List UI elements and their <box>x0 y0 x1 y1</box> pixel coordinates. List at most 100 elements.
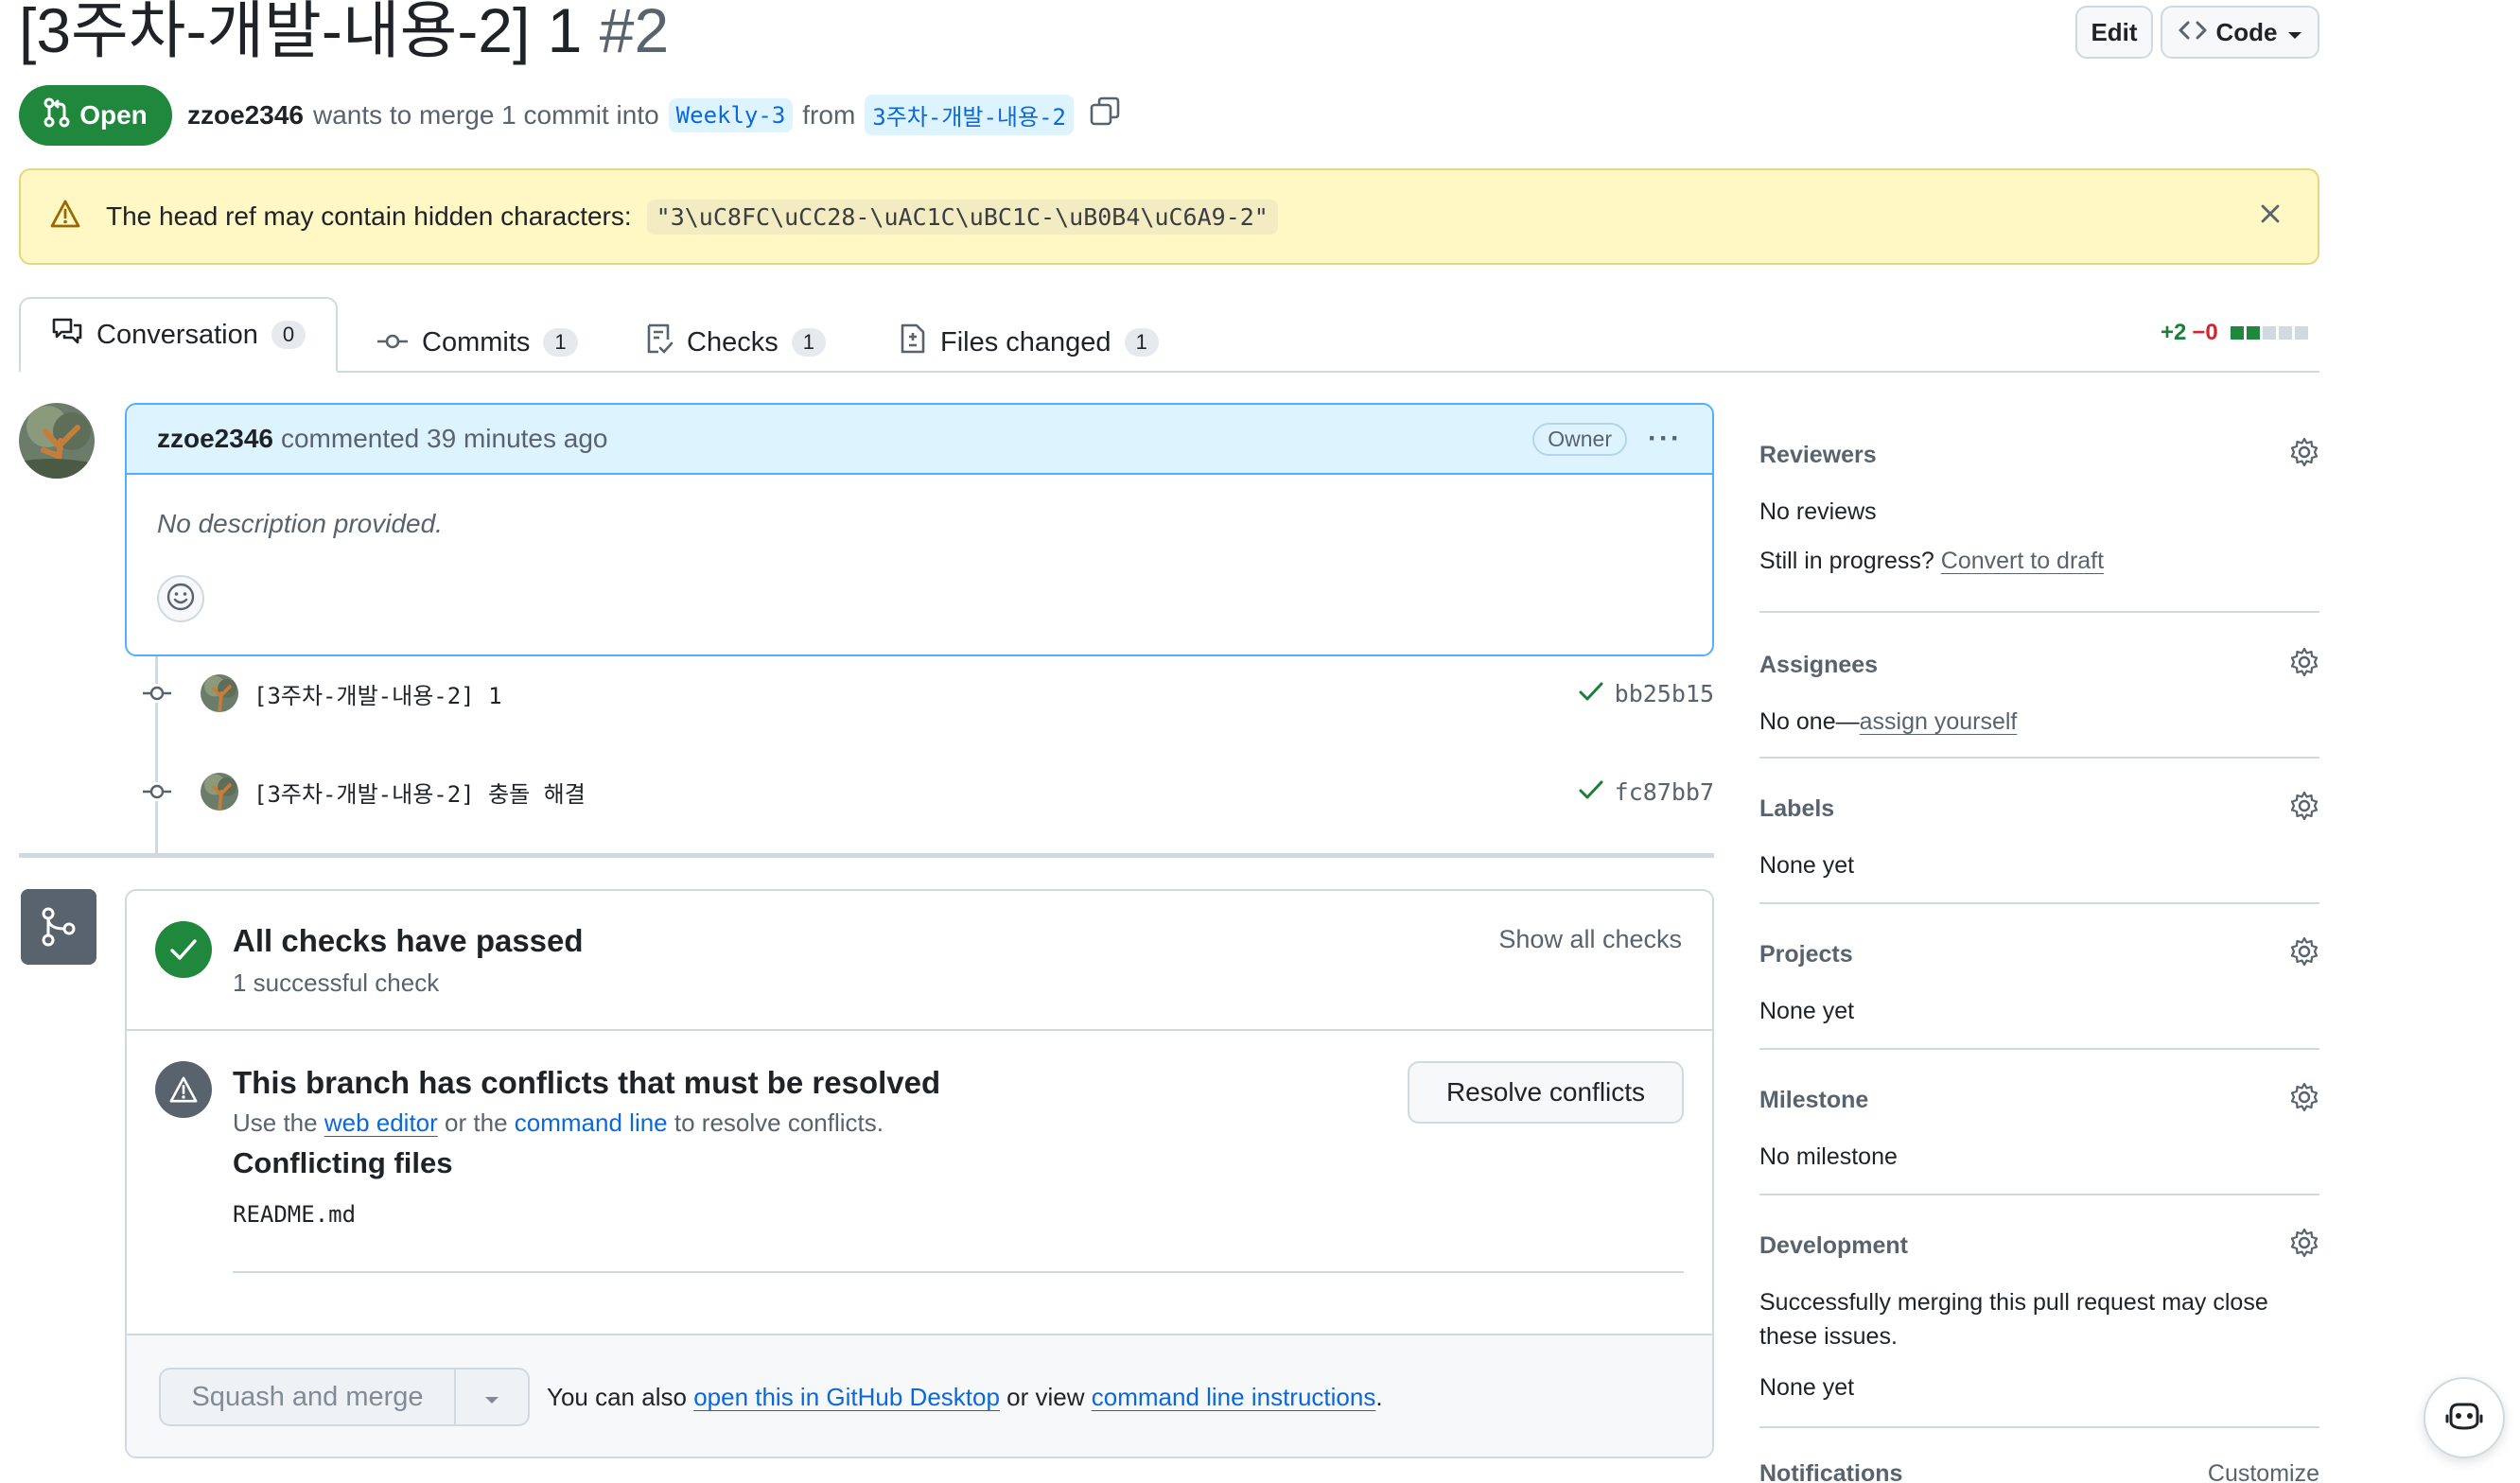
resolve-conflicts-button[interactable]: Resolve conflicts <box>1408 1061 1684 1124</box>
tab-files-changed[interactable]: Files changed 1 <box>899 312 1159 373</box>
sidebar-heading[interactable]: Assignees <box>1759 652 1878 679</box>
code-label: Code <box>2215 17 2278 46</box>
sidebar-divider <box>1759 1426 2319 1428</box>
git-pull-request-icon <box>44 97 70 134</box>
timeline-commit: [3주차-개발-내용-2] 1 bb25b15 <box>142 670 1714 717</box>
customize-link[interactable]: Customize <box>2208 1460 2319 1483</box>
gear-icon[interactable] <box>2289 647 2319 684</box>
pr-title: [3주차-개발-내용-2] 1 #2 <box>19 0 669 68</box>
conflicting-file: README.md <box>233 1201 357 1228</box>
copilot-icon <box>2445 1399 2483 1438</box>
sidebar-value: None yet <box>1759 1374 1855 1401</box>
checks-subtitle: 1 successful check <box>233 968 440 997</box>
commit-avatar[interactable] <box>201 773 238 811</box>
chevron-down-icon <box>2287 18 2302 47</box>
sidebar-divider <box>1759 611 2319 613</box>
copy-icon[interactable] <box>1089 96 1121 134</box>
owner-badge: Owner <box>1532 422 1628 456</box>
tab-commits[interactable]: Commits 1 <box>376 312 578 373</box>
commit-avatar[interactable] <box>201 674 238 712</box>
sidebar-projects: Projects None yet <box>1759 936 2319 1028</box>
pr-title-text: [3주차-개발-내용-2] 1 <box>19 0 583 65</box>
conflict-text: to resolve conflicts. <box>674 1108 884 1137</box>
checks-title: All checks have passed <box>233 923 584 958</box>
warning-text: The head ref may contain hidden characte… <box>106 201 632 231</box>
close-icon[interactable] <box>2259 201 2282 232</box>
sidebar-value: None yet <box>1759 998 1855 1024</box>
add-reaction-button[interactable] <box>157 575 204 622</box>
git-commit-icon <box>142 782 172 801</box>
copilot-button[interactable] <box>2424 1377 2505 1458</box>
github-desktop-link[interactable]: open this in GitHub Desktop <box>693 1383 1000 1411</box>
merge-method-dropdown[interactable] <box>456 1370 528 1424</box>
alt-text: . <box>1375 1383 1383 1411</box>
avatar[interactable] <box>19 403 95 479</box>
gear-icon[interactable] <box>2289 791 2319 828</box>
tab-conversation[interactable]: Conversation 0 <box>19 297 339 373</box>
gear-icon[interactable] <box>2289 1228 2319 1265</box>
sidebar-heading[interactable]: Reviewers <box>1759 442 1877 469</box>
command-line-instructions-link[interactable]: command line instructions <box>1092 1383 1376 1411</box>
sidebar-heading[interactable]: Projects <box>1759 941 1853 968</box>
files-divider <box>233 1271 1684 1273</box>
sidebar-value: No one—assign yourself <box>1759 705 2319 739</box>
convert-to-draft-link[interactable]: Convert to draft <box>1941 548 2104 574</box>
head-branch[interactable]: 3주차-개발-내용-2 <box>865 95 1074 135</box>
sidebar-development: Development Successfully merging this pu… <box>1759 1228 2319 1404</box>
squash-and-merge-button-group: Squash and merge <box>159 1368 530 1426</box>
sidebar-assignees: Assignees No one—assign yourself <box>1759 647 2319 739</box>
comment-author[interactable]: zzoe2346 <box>157 424 273 454</box>
smiley-icon <box>166 582 196 617</box>
pr-author[interactable]: zzoe2346 <box>187 100 304 131</box>
sidebar-value: None yet <box>1759 852 1855 879</box>
edit-button[interactable]: Edit <box>2075 6 2153 59</box>
tab-label: Commits <box>422 326 531 358</box>
show-all-checks-link[interactable]: Show all checks <box>1498 925 1682 954</box>
code-icon <box>2179 18 2207 47</box>
state-label: Open <box>79 100 148 130</box>
additions-count: +2 <box>2161 320 2187 345</box>
gear-icon[interactable] <box>2289 936 2319 973</box>
draft-prompt-text: Still in progress? <box>1759 548 1934 574</box>
conflict-subtitle: Use the web editor or the command line t… <box>233 1108 884 1138</box>
base-branch[interactable]: Weekly-3 <box>668 97 794 132</box>
alt-text: You can also <box>547 1383 687 1411</box>
tab-counter: 1 <box>543 328 578 357</box>
timeline-commit: [3주차-개발-내용-2] 충돌 해결 fc87bb7 <box>142 768 1714 815</box>
check-circle-icon <box>155 921 212 978</box>
alert-icon <box>155 1061 212 1118</box>
sidebar-heading[interactable]: Milestone <box>1759 1087 1868 1114</box>
development-description: Successfully merging this pull request m… <box>1759 1289 2268 1350</box>
kebab-horizontal-icon[interactable]: ··· <box>1648 423 1682 455</box>
commit-message[interactable]: [3주차-개발-내용-2] 충돌 해결 <box>254 776 586 809</box>
commit-sha[interactable]: fc87bb7 <box>1615 778 1714 806</box>
warning-code: "3\uC8FC\uCC28-\uAC1C\uBC1C-\uB0B4\uC6A9… <box>646 199 1278 235</box>
assign-yourself-link[interactable]: assign yourself <box>1860 708 2018 735</box>
checks-section: All checks have passed 1 successful chec… <box>127 891 1712 1031</box>
gear-icon[interactable] <box>2289 437 2319 474</box>
gear-icon[interactable] <box>2289 1082 2319 1119</box>
squash-and-merge-button[interactable]: Squash and merge <box>161 1370 456 1424</box>
check-icon[interactable] <box>1579 778 1603 806</box>
diffstat: +2 −0 <box>2161 320 2308 346</box>
git-commit-icon <box>376 327 409 358</box>
comment-body: No description provided. <box>157 509 443 538</box>
code-button[interactable]: Code <box>2161 6 2319 59</box>
comment-timestamp[interactable]: commented 39 minutes ago <box>281 424 608 454</box>
alert-icon <box>49 199 81 236</box>
merge-actions: Squash and merge You can also open this … <box>127 1335 1712 1457</box>
diffstat-blocks <box>2228 320 2308 346</box>
commit-message[interactable]: [3주차-개발-내용-2] 1 <box>254 677 502 710</box>
tab-checks[interactable]: Checks 1 <box>645 312 826 373</box>
file-diff-icon <box>899 323 927 362</box>
web-editor-link[interactable]: web editor <box>324 1108 438 1137</box>
git-commit-icon <box>142 684 172 703</box>
comment-box: zzoe2346 commented 39 minutes ago Owner … <box>125 403 1714 656</box>
sidebar-heading[interactable]: Labels <box>1759 795 1834 823</box>
draft-prompt: Still in progress? Convert to draft <box>1759 544 2319 578</box>
sidebar-heading[interactable]: Development <box>1759 1232 1908 1260</box>
check-icon[interactable] <box>1579 680 1603 707</box>
command-line-link[interactable]: command line <box>515 1108 668 1137</box>
tab-counter: 1 <box>1124 328 1159 357</box>
commit-sha[interactable]: bb25b15 <box>1615 680 1714 707</box>
